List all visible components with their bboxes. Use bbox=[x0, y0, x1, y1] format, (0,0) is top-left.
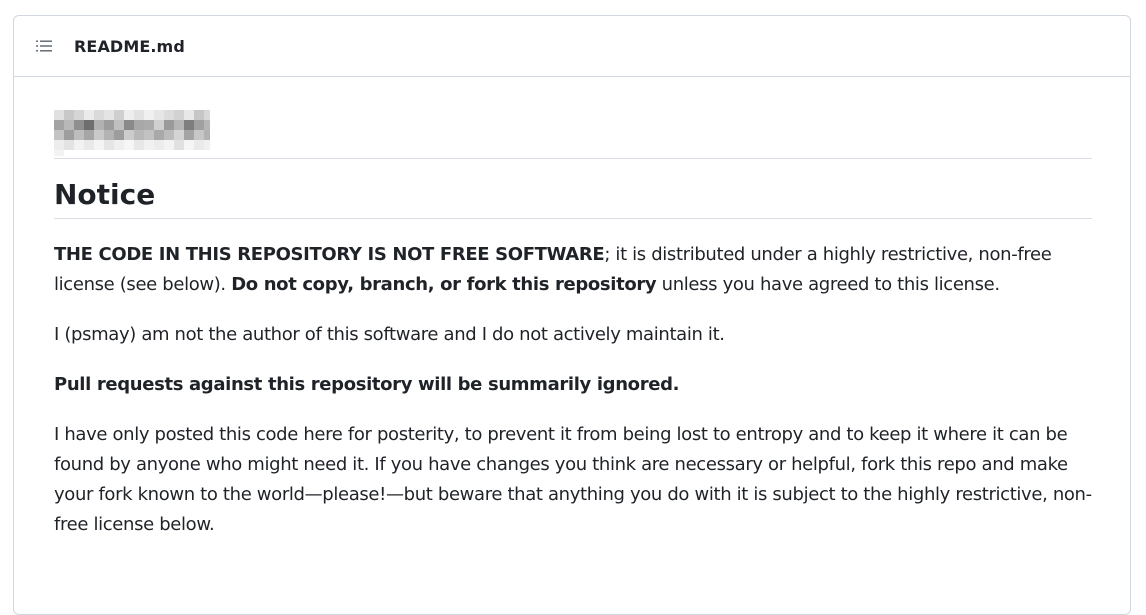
readme-header: README.md bbox=[14, 16, 1130, 77]
list-unordered-icon[interactable] bbox=[34, 36, 54, 56]
readme-content: Notice THE CODE IN THIS REPOSITORY IS NO… bbox=[54, 78, 1092, 540]
paragraph-posterity: I have only posted this code here for po… bbox=[54, 424, 1092, 535]
do-not-copy-text: Do not copy, branch, or fork this reposi… bbox=[231, 274, 657, 295]
pull-requests-ignored-text: Pull requests against this repository wi… bbox=[54, 374, 680, 395]
paragraph-license-warning: THE CODE IN THIS REPOSITORY IS NOT FREE … bbox=[54, 240, 1092, 300]
agreement-text: unless you have agreed to this license. bbox=[656, 274, 1000, 295]
pixelated-redaction-image bbox=[54, 110, 210, 156]
paragraph-pull-requests: Pull requests against this repository wi… bbox=[54, 370, 1092, 400]
redacted-title bbox=[54, 98, 1092, 159]
file-name: README.md bbox=[74, 36, 185, 56]
paragraph-author-note: I (psmay) am not the author of this soft… bbox=[54, 324, 725, 345]
not-free-software-text: THE CODE IN THIS REPOSITORY IS NOT FREE … bbox=[54, 244, 605, 265]
readme-card: README.md Notice THE CODE IN THIS REPOSI… bbox=[13, 15, 1131, 615]
notice-heading: Notice bbox=[54, 177, 1092, 219]
